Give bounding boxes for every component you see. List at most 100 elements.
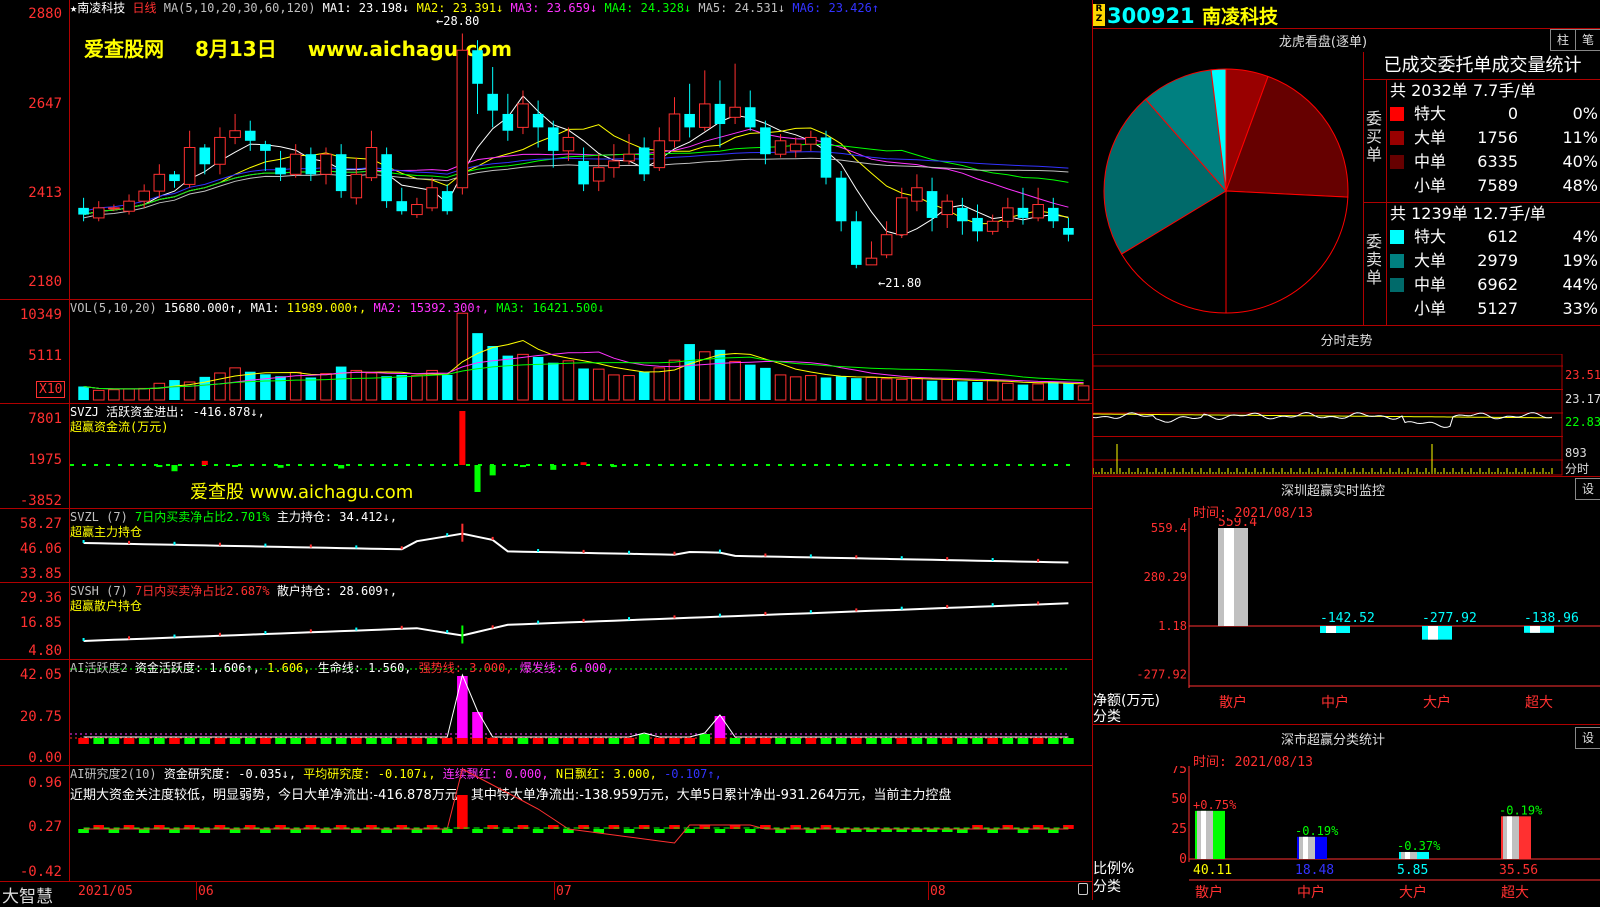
volume-bar [1063, 383, 1074, 400]
svsh-line-tick [309, 629, 312, 633]
main-y-tick: 2647 [28, 96, 62, 112]
volume-bar [774, 374, 787, 401]
ai-research-chart[interactable] [70, 766, 1092, 881]
candle-body [426, 187, 438, 209]
monitor-y-tick: 280.29 [1144, 570, 1187, 584]
activity-bar [881, 738, 892, 744]
research-bar [714, 829, 726, 833]
activity-bar [93, 738, 105, 744]
divider [1093, 325, 1600, 326]
lhb-row: 特大 0 0% [1390, 102, 1600, 126]
stats-bar-shine [1303, 836, 1308, 859]
candle-body [592, 167, 605, 182]
volume-bar [320, 373, 332, 401]
research-bar [108, 829, 120, 833]
research-bar [441, 829, 453, 833]
ai-research-y-tick: 0.96 [28, 775, 62, 791]
stats-category-label: 大户 [1399, 884, 1427, 900]
chart-area[interactable]: ★南凌科技 日线 MA(5,10,20,30,60,120) MA1: 23.1… [0, 0, 1092, 907]
bar-mode-button[interactable]: 柱 [1550, 29, 1576, 51]
candle-body [911, 187, 923, 202]
candle-body [972, 217, 983, 232]
candle-body [183, 147, 196, 185]
lhb-pie-chart[interactable] [1101, 66, 1351, 316]
activity-bar [896, 738, 908, 744]
svsh-line-tick [946, 604, 949, 608]
svzl-line-tick [582, 549, 585, 553]
intraday-chart[interactable] [1093, 354, 1563, 476]
sz-stats-settings-button[interactable]: 设 [1575, 727, 1600, 749]
research-bar [835, 829, 847, 833]
intraday-price-mid: 23.17 [1565, 392, 1600, 406]
research-bar [472, 829, 483, 833]
ai-active-chart[interactable] [70, 660, 1092, 765]
candle-body [865, 257, 878, 266]
activity-bar [729, 738, 741, 744]
volume-bar [502, 355, 514, 400]
volume-bar [578, 368, 589, 400]
volume-bar [562, 360, 575, 401]
volume-bar [305, 377, 317, 400]
svzl-chart[interactable] [70, 509, 1092, 582]
stats-bar-change: -0.37% [1397, 839, 1441, 853]
activity-bar [1047, 738, 1059, 744]
volume-bar [684, 344, 695, 400]
main-y-tick: 2180 [28, 274, 62, 290]
research-bar [199, 829, 211, 833]
main-y-tick: 2413 [28, 185, 62, 201]
volume-chart[interactable] [70, 300, 1092, 403]
research-bar [775, 829, 786, 833]
volume-bar [92, 389, 105, 401]
candle-body [760, 127, 771, 155]
activity-bar [578, 738, 589, 744]
volume-bar [381, 376, 392, 400]
stats-category-label: 中户 [1297, 884, 1325, 900]
sell-rows: 特大 612 4% 大单 2979 19% 中单 6962 44% 小单 512… [1390, 225, 1600, 321]
sz-monitor-chart[interactable]: 559.4 280.29 1.18 -277.92 559.4 散户 -142.52 中户 -2… [1093, 518, 1600, 724]
x-axis-label: 08 [930, 884, 946, 899]
candle-body [275, 167, 286, 175]
candle-body [123, 200, 135, 212]
candle-body [502, 113, 514, 131]
sz-monitor-settings-button[interactable]: 设 [1575, 478, 1600, 500]
ma-line [83, 151, 1069, 212]
activity-bar [744, 738, 756, 744]
legend-swatch [1390, 131, 1404, 145]
volume-bar [1002, 382, 1014, 401]
candle-body [1032, 204, 1044, 219]
stock-name: 南凌科技 [1201, 6, 1278, 28]
research-bar [1047, 829, 1059, 833]
svsh-chart[interactable] [70, 583, 1092, 659]
pen-mode-button[interactable]: 笔 [1575, 29, 1600, 51]
activity-bar [441, 738, 453, 744]
candle-body [289, 153, 302, 175]
kline-chart[interactable] [70, 0, 1092, 299]
volume-bar [729, 360, 741, 401]
research-bar [411, 829, 423, 833]
candle-body [244, 130, 256, 141]
monitor-category-label: 中户 [1321, 694, 1349, 711]
activity-bar [290, 738, 301, 744]
divider [1093, 724, 1600, 725]
candle-body [729, 106, 741, 118]
svzl-line-tick [764, 553, 767, 557]
x-tick [554, 882, 555, 900]
lock-icon[interactable] [1078, 883, 1088, 895]
volume-bar [456, 312, 469, 401]
lhb-row-count: 0 [1507, 104, 1518, 123]
stats-y-tick: 0 [1179, 852, 1187, 867]
lhb-row-pct: 11% [1562, 128, 1598, 147]
candle-body [456, 49, 469, 189]
volume-bar [972, 382, 983, 400]
activity-bar [805, 738, 817, 744]
svzl-line-tick [264, 543, 267, 547]
research-bar [260, 829, 271, 833]
lhb-title: 龙虎看盘(逐单) [1278, 35, 1368, 50]
sz-stats-chart[interactable]: 75 50 25 0 +0.75% 40.11 散户 -0.19% 18.48 中户 -0.37% 5… [1093, 766, 1600, 900]
svsh-line-tick [991, 603, 994, 607]
lhb-row-count: 1756 [1477, 128, 1518, 147]
volume-bar [789, 376, 802, 401]
lhb-row-name: 特大 [1414, 227, 1447, 246]
svzj-y-tick: 7801 [28, 411, 62, 427]
activity-bar [987, 738, 998, 744]
